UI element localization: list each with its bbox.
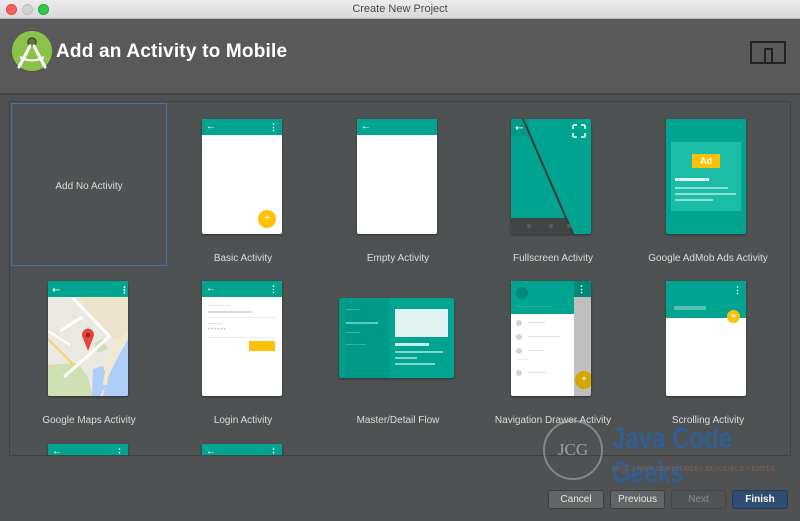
back-arrow-icon: ←: [206, 446, 216, 456]
tile-label: Navigation Drawer Activity: [494, 415, 612, 426]
activity-tile-scrolling[interactable]: ⋮ ★ Scrolling Activity: [630, 267, 786, 430]
map-illustration: ← ⋮: [48, 281, 128, 396]
drawer-panel: [511, 281, 574, 396]
overflow-menu-icon: ⋮: [733, 285, 742, 295]
fab-add-icon: +: [575, 371, 591, 389]
back-arrow-icon: ←: [361, 121, 371, 132]
fullscreen-activity-preview: ←: [511, 119, 591, 234]
activity-tile-login[interactable]: ← ⋮ •••••• Login Activity: [165, 267, 321, 430]
activity-tile-basic[interactable]: ← ⋮ + Basic Activity: [165, 103, 321, 266]
activity-tile-admob[interactable]: Ad Google AdMob Ads Activity: [630, 103, 786, 266]
page-title: Add an Activity to Mobile: [56, 41, 288, 62]
overflow-menu-icon: ⋮: [269, 447, 278, 456]
login-button-preview: [249, 341, 275, 351]
activity-tile-empty[interactable]: ← Empty Activity: [320, 103, 476, 266]
activity-tile-add-no-activity[interactable]: Add No Activity: [11, 103, 167, 266]
back-arrow-icon: ←: [206, 121, 216, 132]
svg-text:⋮: ⋮: [120, 286, 128, 296]
fab-star-icon: ★: [727, 310, 740, 323]
tile-label: Google Maps Activity: [42, 415, 136, 426]
scrolling-activity-preview: ⋮ ★: [666, 281, 746, 396]
basic-activity-preview: ← ⋮ +: [202, 119, 282, 234]
svg-text:←: ←: [515, 123, 523, 134]
tile-label: Add No Activity: [55, 181, 123, 192]
previous-button[interactable]: Previous: [610, 490, 665, 509]
activity-tile-master-detail[interactable]: Master/Detail Flow: [320, 267, 476, 430]
master-detail-preview: [339, 298, 454, 378]
finish-button[interactable]: Finish: [732, 490, 788, 509]
jcg-watermark-brand: Java Code Geeks: [612, 422, 733, 489]
create-new-project-window: Create New Project Add an Activity to Mo…: [0, 0, 800, 521]
maps-activity-preview: ← ⋮: [48, 281, 128, 396]
empty-activity-preview: ←: [357, 119, 437, 234]
tile-label: Fullscreen Activity: [512, 253, 594, 264]
overflow-menu-icon: ⋮: [269, 122, 278, 132]
navigation-drawer-preview: ⋮ +: [511, 281, 591, 396]
back-arrow-icon: ←: [206, 283, 216, 294]
overflow-menu-icon: ⋮: [269, 284, 278, 294]
tile-label: Empty Activity: [366, 253, 430, 264]
jcg-watermark-tagline: Java 2 Java Developers Resource Center: [612, 465, 776, 473]
activity-tile-fullscreen[interactable]: ← Fullscreen Activity: [475, 103, 631, 266]
fullscreen-illustration: ←: [511, 119, 591, 234]
title-bar: Create New Project: [0, 0, 800, 19]
tile-label: Google AdMob Ads Activity: [648, 253, 768, 264]
phone-tablet-icon: [750, 41, 786, 64]
activity-tile-google-maps[interactable]: ← ⋮ Google Maps Activity: [11, 267, 167, 430]
wizard-header: Add an Activity to Mobile: [0, 19, 800, 93]
ad-badge: Ad: [692, 154, 720, 168]
activity-gallery: Add No Activity ← ⋮ + Basic Activity ← Em…: [9, 101, 791, 456]
tile-label: Login Activity: [213, 415, 273, 426]
admob-activity-preview: Ad: [666, 119, 746, 234]
android-studio-logo-icon: [12, 31, 52, 71]
svg-text:←: ←: [52, 285, 60, 296]
login-activity-preview: ← ⋮ ••••••: [202, 281, 282, 396]
cancel-button[interactable]: Cancel: [548, 490, 604, 509]
back-arrow-icon: ←: [52, 446, 62, 456]
window-title: Create New Project: [352, 3, 448, 15]
fab-add-icon: +: [258, 210, 276, 228]
tile-label: Basic Activity: [213, 253, 273, 264]
overflow-menu-icon: ⋮: [115, 447, 124, 456]
activity-tile-navigation-drawer[interactable]: ⋮ + Navigation Drawer Activity: [475, 267, 631, 430]
jcg-watermark-logo: JCG: [543, 420, 603, 480]
tile-label: Master/Detail Flow: [356, 415, 440, 426]
overflow-menu-icon: ⋮: [577, 284, 586, 294]
next-button[interactable]: Next: [671, 490, 726, 509]
activity-preview-partial[interactable]: ← ⋮: [202, 444, 282, 456]
activity-preview-partial[interactable]: ← ⋮: [48, 444, 128, 456]
